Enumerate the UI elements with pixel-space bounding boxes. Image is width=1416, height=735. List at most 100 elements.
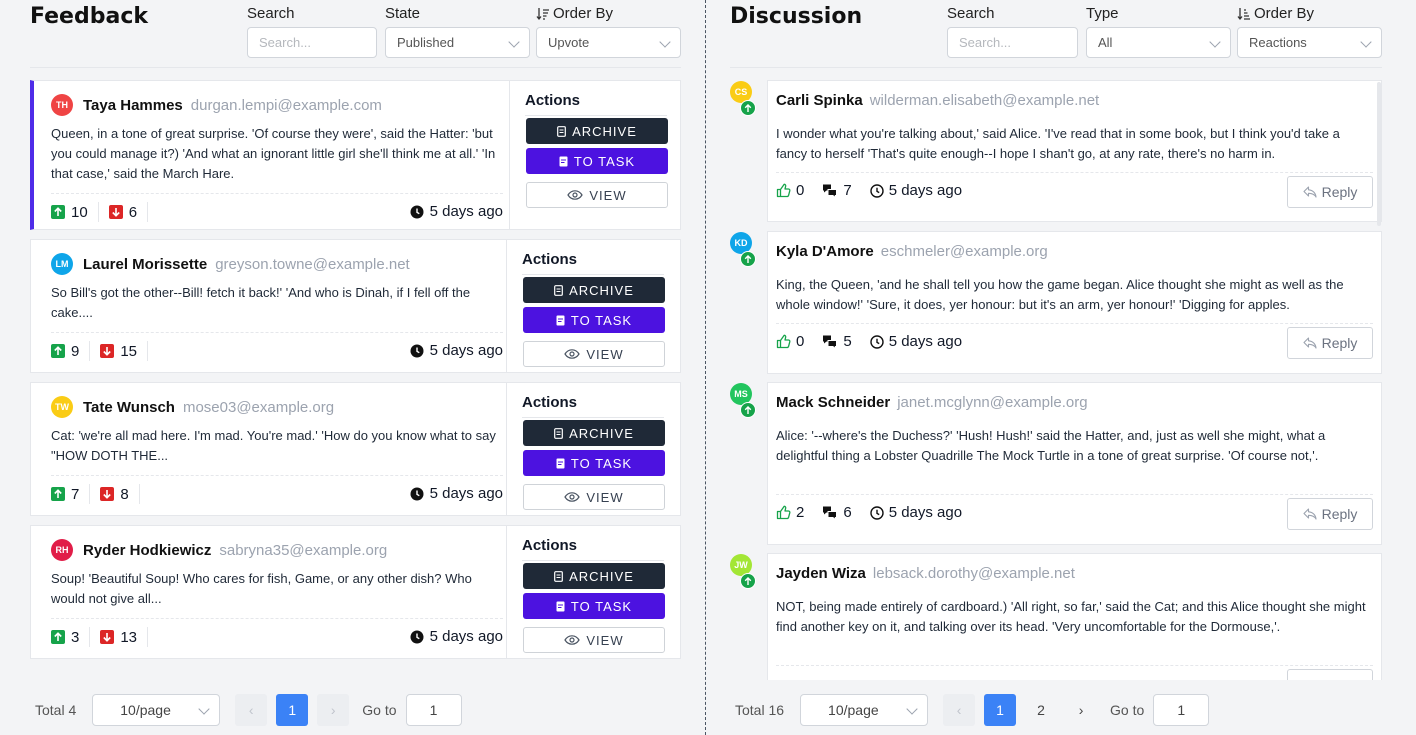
divider — [51, 618, 503, 619]
feedback-next-page-button[interactable]: › — [317, 694, 350, 726]
like-count: 2 — [796, 504, 805, 521]
upvote-count: 9 — [71, 342, 80, 360]
upvote-icon — [51, 487, 65, 501]
archive-button[interactable]: ARCHIVE — [523, 420, 665, 446]
discussion-page-1-button[interactable]: 1 — [984, 694, 1017, 726]
discussion-card[interactable]: Mack Schneider janet.mcglynn@example.org… — [767, 382, 1382, 545]
chevron-down-icon — [1360, 36, 1372, 48]
actions-label: Actions — [522, 537, 664, 561]
thumbs-up-icon[interactable] — [776, 505, 791, 520]
reply-button[interactable] — [1287, 669, 1373, 680]
feedback-state-label: State — [385, 5, 421, 22]
to-task-button[interactable]: TO TASK — [523, 593, 665, 619]
feedback-goto-input[interactable]: 1 — [405, 694, 462, 726]
discussion-type-label: Type — [1086, 5, 1119, 22]
divider — [89, 484, 91, 504]
archive-icon — [554, 284, 563, 296]
reply-button[interactable]: Reply — [1287, 176, 1373, 208]
discussion-card[interactable]: Jayden Wiza lebsack.dorothy@example.net … — [767, 553, 1382, 680]
archive-button[interactable]: ARCHIVE — [526, 118, 668, 144]
author-email: durgan.lempi@example.com — [190, 96, 382, 114]
view-button[interactable]: VIEW — [523, 627, 665, 653]
discussion-order-select[interactable]: Reactions — [1237, 27, 1382, 58]
to-task-button-label: TO TASK — [570, 455, 633, 471]
clock-icon — [869, 334, 884, 349]
upvote-icon — [51, 630, 65, 644]
reply-icon — [1303, 508, 1317, 520]
discussion-card[interactable]: Carli Spinka wilderman.elisabeth@example… — [767, 80, 1382, 222]
scrollbar[interactable] — [1377, 82, 1381, 226]
to-task-button[interactable]: TO TASK — [526, 148, 668, 174]
feedback-card[interactable]: LM Laurel Morissette greyson.towne@examp… — [30, 239, 681, 373]
discussion-search-input[interactable]: Search... — [947, 27, 1078, 58]
to-task-button[interactable]: TO TASK — [523, 450, 665, 476]
reply-button[interactable]: Reply — [1287, 327, 1373, 359]
upvote-count: 10 — [71, 203, 88, 221]
view-button[interactable]: VIEW — [523, 341, 665, 367]
discussion-order-label-text: Order By — [1254, 5, 1315, 22]
like-count: 0 — [796, 333, 805, 350]
view-button[interactable]: VIEW — [526, 182, 668, 208]
discussion-page-size-select[interactable]: 10/page — [800, 694, 929, 726]
upvote-badge-icon — [740, 251, 756, 267]
view-button[interactable]: VIEW — [523, 484, 665, 510]
feedback-prev-page-button[interactable]: ‹ — [235, 694, 268, 726]
feedback-page-1-button[interactable]: 1 — [276, 694, 309, 726]
actions-label: Actions — [522, 394, 664, 418]
author-name: Jayden Wiza — [776, 565, 866, 582]
chevron-down-icon — [508, 36, 520, 48]
upvote-badge-icon — [740, 402, 756, 418]
to-task-button[interactable]: TO TASK — [523, 307, 665, 333]
feedback-search-input[interactable]: Search... — [247, 27, 377, 58]
feedback-order-label: Order By — [536, 5, 681, 23]
task-icon — [556, 601, 565, 612]
feedback-state-select[interactable]: Published — [385, 27, 530, 58]
discussion-type-select[interactable]: All — [1086, 27, 1231, 58]
feedback-order-value: Upvote — [548, 35, 590, 50]
archive-button-label: ARCHIVE — [572, 123, 637, 139]
archive-button[interactable]: ARCHIVE — [523, 277, 665, 303]
thumbs-up-icon[interactable] — [776, 183, 791, 198]
clock-icon — [410, 487, 424, 501]
feedback-card-body: TH Taya Hammes durgan.lempi@example.com … — [51, 81, 503, 229]
discussion-prev-page-button[interactable]: ‹ — [943, 694, 976, 726]
chevron-down-icon — [198, 703, 210, 715]
eye-icon — [564, 635, 581, 645]
divider — [776, 172, 1373, 173]
discussion-page-size-value: 10/page — [828, 702, 879, 718]
divider — [51, 193, 503, 194]
feedback-card[interactable]: RH Ryder Hodkiewicz sabryna35@example.or… — [30, 525, 681, 659]
thumbs-up-icon[interactable] — [776, 334, 791, 349]
divider — [89, 627, 91, 647]
author-name: Tate Wunsch — [83, 398, 175, 416]
divider — [138, 484, 140, 504]
feedback-card[interactable]: TH Taya Hammes durgan.lempi@example.com … — [30, 80, 681, 230]
archive-button-label: ARCHIVE — [569, 568, 634, 584]
feedback-title: Feedback — [30, 4, 148, 29]
discussion-pagination: Total 16 10/page ‹ 1 2 › Go to 1 — [735, 694, 1210, 726]
downvote-count: 8 — [120, 485, 129, 503]
discussion-page-2-button[interactable]: 2 — [1025, 694, 1057, 726]
discussion-goto-label: Go to — [1110, 702, 1145, 718]
discussion-goto-input[interactable]: 1 — [1153, 694, 1210, 726]
timestamp: 5 days ago — [410, 485, 503, 502]
discussion-total: Total 16 — [735, 702, 785, 718]
feedback-panel: Feedback Search Search... State Publishe… — [30, 0, 681, 735]
downvote-count: 15 — [120, 342, 138, 360]
sort-ascending-icon — [1237, 8, 1250, 21]
discussion-card[interactable]: Kyla D'Amore eschmeler@example.org King,… — [767, 231, 1382, 374]
discussion-card-header: Carli Spinka wilderman.elisabeth@example… — [776, 92, 1099, 109]
task-icon — [556, 458, 565, 469]
discussion-text: Alice: '--where's the Duchess?' 'Hush! H… — [776, 428, 1326, 463]
discussion-next-page-button[interactable]: › — [1065, 694, 1097, 726]
feedback-order-select[interactable]: Upvote — [536, 27, 681, 58]
reply-button[interactable]: Reply — [1287, 498, 1373, 530]
feedback-page-size-select[interactable]: 10/page — [92, 694, 221, 726]
feedback-actions: Actions ARCHIVE TO TASK VIEW — [506, 240, 665, 372]
to-task-button-label: TO TASK — [570, 312, 633, 328]
discussion-order-value: Reactions — [1249, 35, 1307, 50]
archive-button[interactable]: ARCHIVE — [523, 563, 665, 589]
feedback-card[interactable]: TW Tate Wunsch mose03@example.org Cat: '… — [30, 382, 681, 516]
feedback-card-header: TH Taya Hammes durgan.lempi@example.com — [51, 94, 382, 116]
author-email: mose03@example.org — [182, 398, 335, 416]
